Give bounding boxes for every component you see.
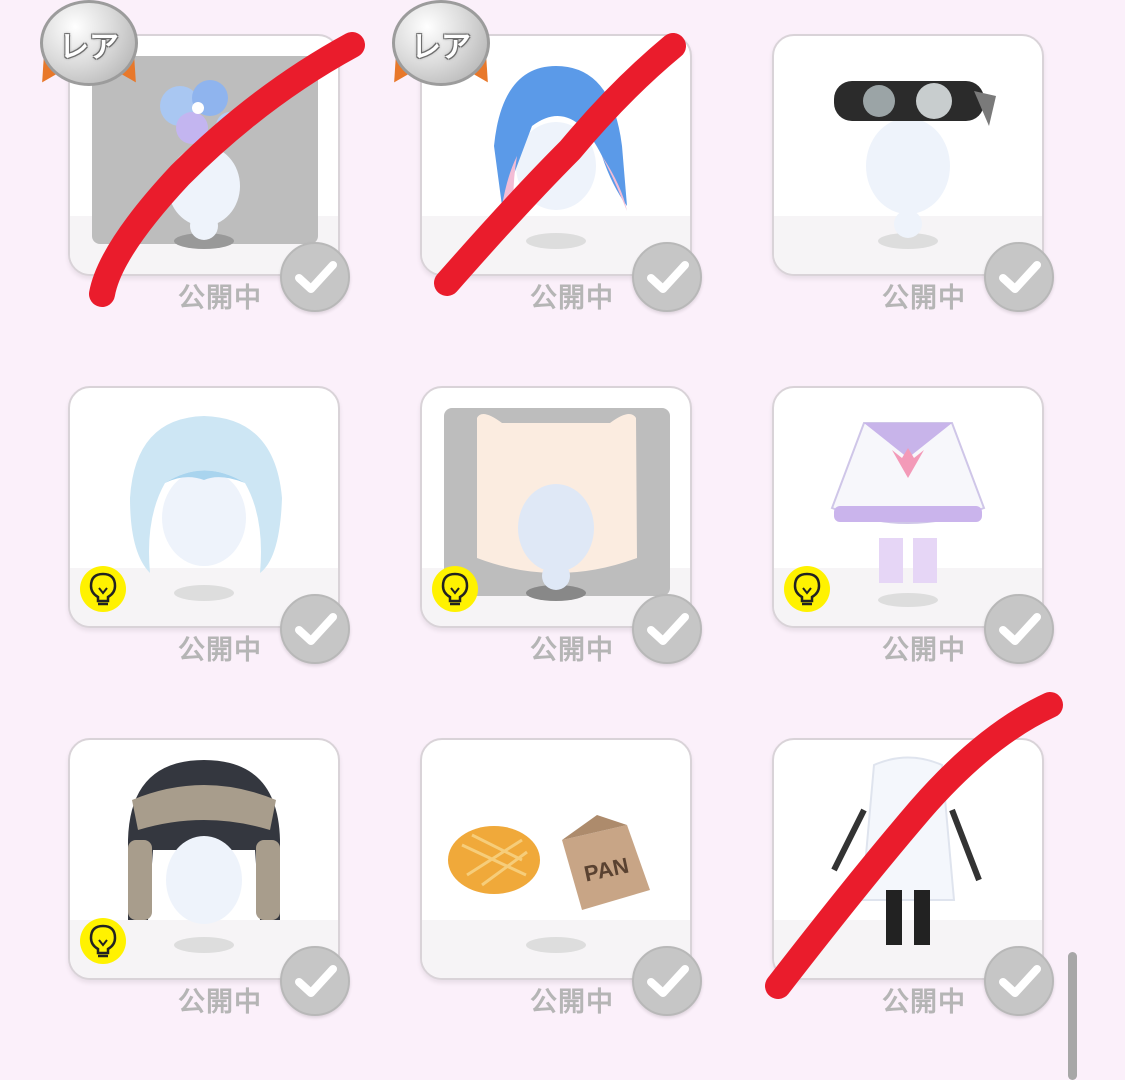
- checkmark-icon[interactable]: [280, 946, 350, 1016]
- white-coat-image: [831, 756, 982, 945]
- checkmark-icon[interactable]: [632, 594, 702, 664]
- lightbulb-icon: [80, 566, 126, 612]
- scrollbar[interactable]: [1068, 952, 1077, 1080]
- rare-medal-icon: レア: [30, 0, 148, 100]
- item-thumbnail[interactable]: PAN: [420, 738, 692, 980]
- item-card-fluffy-hair[interactable]: 公開中: [68, 386, 368, 686]
- item-card-goggles-hat[interactable]: 公開中: [772, 34, 1072, 334]
- checkmark-icon[interactable]: [984, 242, 1054, 312]
- status-label: 公開中: [178, 283, 262, 314]
- checkmark-icon[interactable]: [280, 242, 350, 312]
- rare-badge-text: レア: [59, 30, 119, 65]
- checkmark-icon[interactable]: [632, 946, 702, 1016]
- status-label: 公開中: [530, 987, 614, 1018]
- status-label: 公開中: [178, 635, 262, 666]
- status-label: 公開中: [530, 283, 614, 314]
- status-label: 公開中: [882, 283, 966, 314]
- checkmark-icon[interactable]: [280, 594, 350, 664]
- item-thumbnail[interactable]: [772, 738, 1044, 980]
- checkmark-icon[interactable]: [984, 946, 1054, 1016]
- item-card-cat-hood[interactable]: 公開中: [420, 386, 720, 686]
- lightbulb-icon: [432, 566, 478, 612]
- status-label: 公開中: [882, 635, 966, 666]
- status-label: 公開中: [178, 987, 262, 1018]
- lightbulb-icon: [784, 566, 830, 612]
- rare-badge-text: レア: [411, 30, 471, 65]
- item-card-wavy-hair[interactable]: レア 公開中: [382, 0, 720, 334]
- lightbulb-icon: [80, 918, 126, 964]
- item-card-sailor-outfit[interactable]: 公開中: [772, 386, 1072, 686]
- checkmark-icon[interactable]: [984, 594, 1054, 664]
- item-thumbnail[interactable]: [772, 34, 1044, 276]
- status-label: 公開中: [882, 987, 966, 1018]
- status-label: 公開中: [530, 635, 614, 666]
- goggles-hat-image: [834, 81, 996, 249]
- item-card-white-coat[interactable]: 公開中: [772, 738, 1072, 1038]
- item-card-flower-accessory[interactable]: レア 公開中: [30, 0, 368, 334]
- item-card-trapper-hat[interactable]: 公開中: [68, 738, 368, 1038]
- melon-bread-image: PAN: [448, 815, 650, 953]
- checkmark-icon[interactable]: [632, 242, 702, 312]
- rare-medal-icon: レア: [382, 0, 500, 100]
- item-card-melon-bread[interactable]: PAN 公開中: [420, 738, 720, 1038]
